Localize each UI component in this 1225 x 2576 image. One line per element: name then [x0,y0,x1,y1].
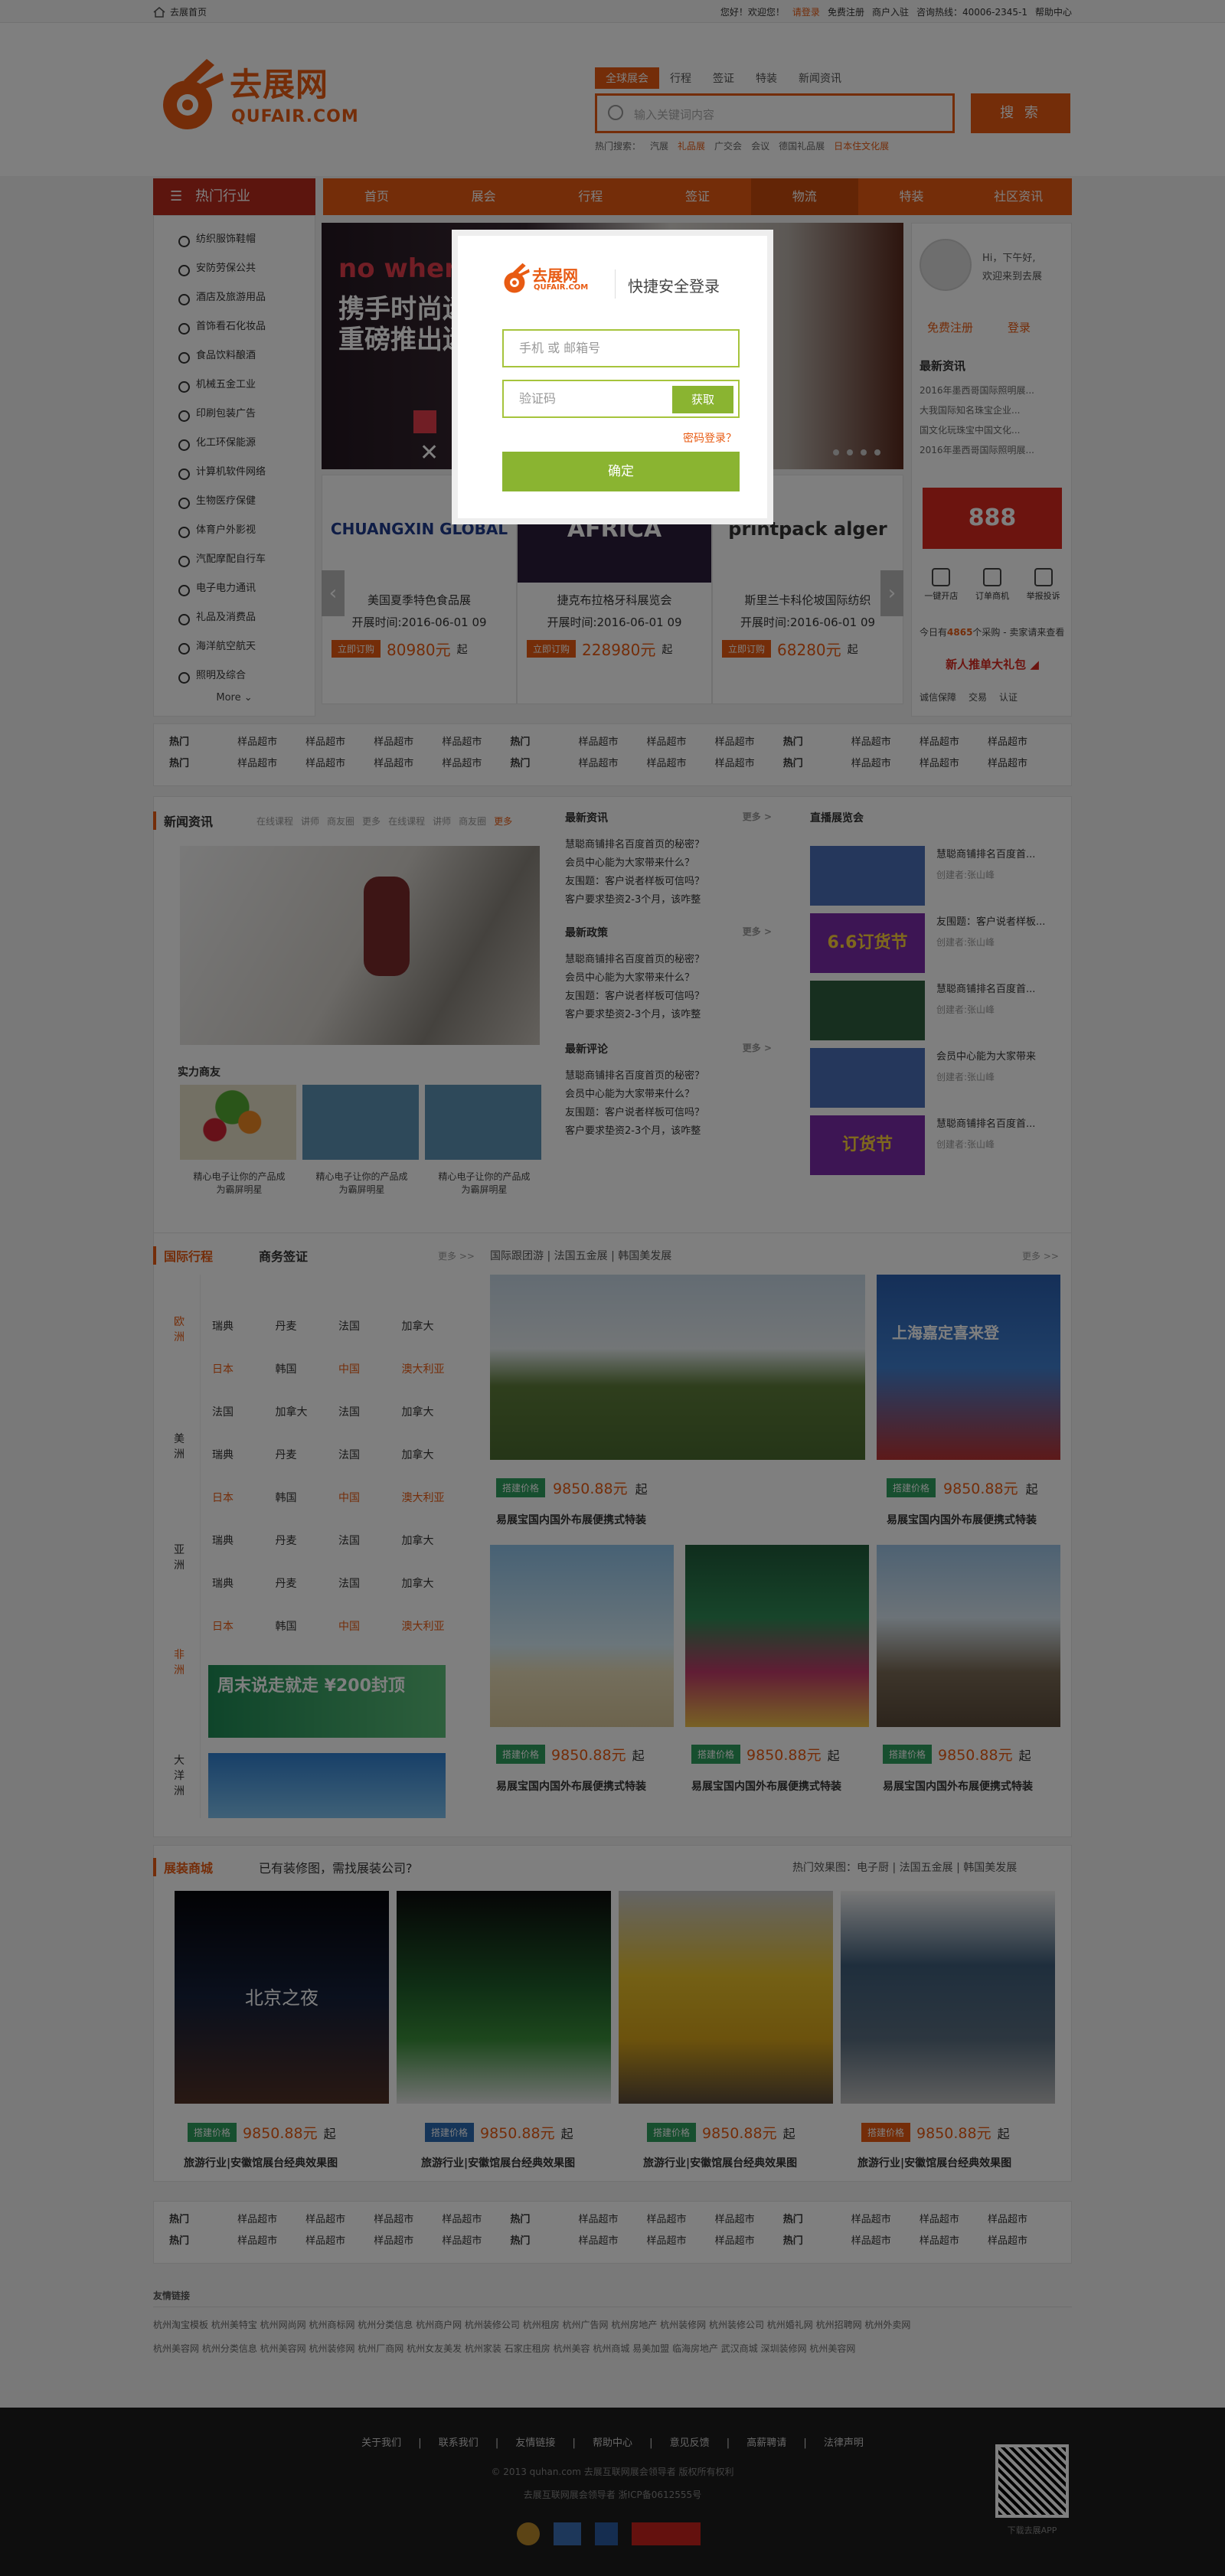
modal-logo-en: QUFAIR.COM [534,283,589,292]
login-modal: 去展网 QUFAIR.COM 快捷安全登录 手机 或 邮箱号 验证码 获取 密码… [452,230,773,524]
modal-logo: 去展网 QUFAIR.COM [500,259,599,305]
modal-divider [615,269,616,299]
confirm-button[interactable]: 确定 [502,452,740,491]
modal-logo-mark-icon [504,263,530,293]
modal-logo-cn: 去展网 [532,266,578,285]
get-code-button[interactable]: 获取 [672,386,733,413]
phone-email-input[interactable]: 手机 或 邮箱号 [502,329,740,367]
password-login-link[interactable]: 密码登录？ [683,430,737,446]
modal-title: 快捷安全登录 [628,277,720,295]
